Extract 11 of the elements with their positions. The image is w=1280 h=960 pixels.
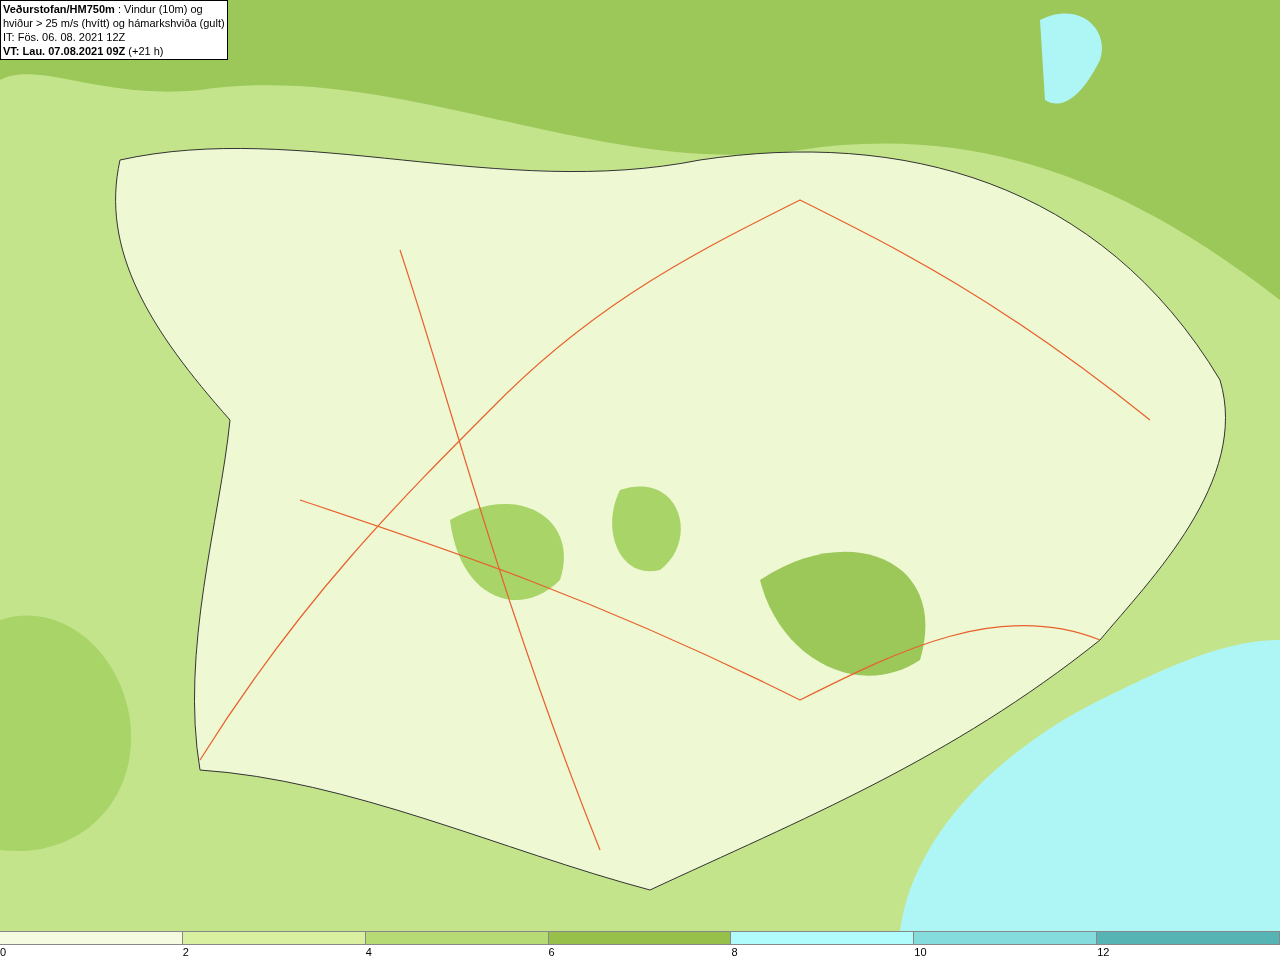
legend-label: 4 [365, 946, 372, 958]
info-text: Veðurstofan/HM750m : Vindur (10m) og [3, 2, 204, 16]
info-text: VT: Lau. 07.08.2021 09Z (+21 h) [3, 44, 165, 58]
legend-label: 2 [182, 946, 189, 958]
legend-label: 12 [1097, 946, 1110, 958]
legend-label: 8 [731, 946, 738, 958]
legend-label: 0 [0, 946, 7, 958]
info-text: IT: Fös. 06. 08. 2021 12Z [3, 30, 127, 44]
info-text: hviður > 25 m/s (hvítt) og hámarkshviða (gult) [3, 16, 225, 30]
legend-label: 10 [914, 946, 927, 958]
legend-label: 6 [548, 946, 555, 958]
